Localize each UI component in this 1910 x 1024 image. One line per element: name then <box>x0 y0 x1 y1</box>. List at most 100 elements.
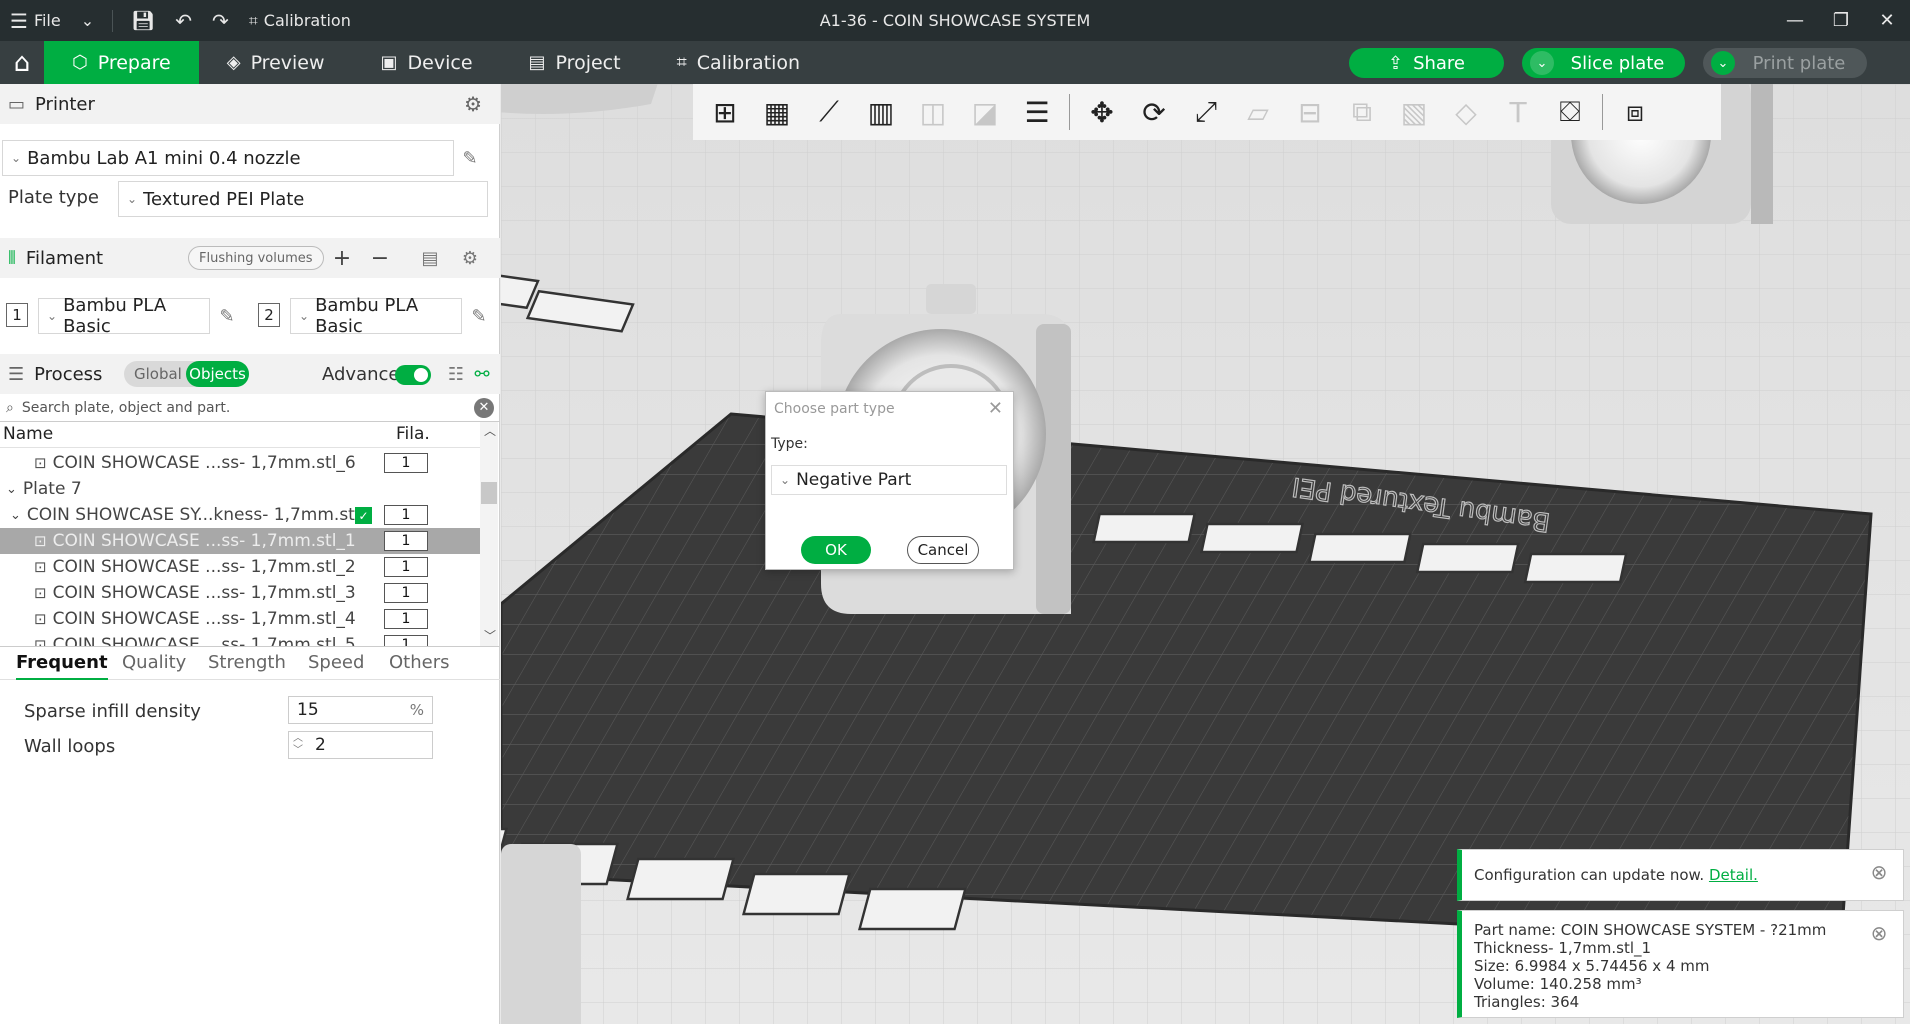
share-button[interactable]: ⇪ Share <box>1349 48 1504 78</box>
restore-icon[interactable]: ❐ <box>1818 0 1864 41</box>
chevron-down-icon[interactable]: ⌄ <box>10 508 21 523</box>
filament-select-2[interactable]: ⌄ Bambu PLA Basic <box>290 295 462 337</box>
close-icon[interactable]: ✕ <box>988 398 1003 419</box>
layers-button[interactable]: ☰ <box>1011 88 1063 136</box>
close-icon[interactable]: ⊗ <box>1867 860 1891 884</box>
tree-row[interactable]: ⊡ COIN SHOWCASE ...ss- 1,7mm.stl_2 1 <box>0 554 480 580</box>
tab-preview[interactable]: ◈ Preview <box>199 41 353 84</box>
printer-select[interactable]: ⌄ Bambu Lab A1 mini 0.4 nozzle <box>2 140 454 176</box>
tab-prepare[interactable]: ⬡ Prepare <box>44 41 199 84</box>
tab-quality[interactable]: Quality <box>122 647 186 680</box>
split-objects-button[interactable]: ◫ <box>907 88 959 136</box>
tab-frequent[interactable]: Frequent <box>16 647 108 680</box>
tab-others[interactable]: Others <box>389 647 450 680</box>
print-plate-button[interactable]: ⌄ Print plate <box>1703 48 1867 78</box>
save-button[interactable]: 💾︎ <box>121 0 165 41</box>
cut-button[interactable]: ⊟ <box>1284 88 1336 136</box>
check-icon[interactable]: ✓ <box>355 507 372 524</box>
global-option[interactable]: Global <box>134 361 182 387</box>
name-column-header[interactable]: Name <box>3 424 53 444</box>
part-type-select[interactable]: ⌄ Negative Part <box>771 465 1007 495</box>
fila-value[interactable]: 1 <box>384 635 428 646</box>
chevron-down-icon[interactable]: ⌄ <box>1530 51 1554 75</box>
remove-icon[interactable]: − <box>369 246 391 271</box>
sparse-infill-input[interactable]: 15 % <box>288 696 433 724</box>
fila-value[interactable]: 1 <box>384 531 428 551</box>
tree-row[interactable]: ⊡ COIN SHOWCASE ...ss- 1,7mm.stl_5 1 <box>0 632 480 646</box>
fila-value[interactable]: 1 <box>384 609 428 629</box>
tab-device[interactable]: ▣ Device <box>353 41 501 84</box>
redo-button[interactable]: ↷ <box>202 0 239 41</box>
file-dropdown-chevron[interactable]: ⌄ <box>71 0 104 41</box>
tree-row[interactable]: ⊡ COIN SHOWCASE ...ss- 1,7mm.stl_6 1 <box>0 450 480 476</box>
flushing-volumes-button[interactable]: Flushing volumes <box>188 246 324 270</box>
gear-icon[interactable]: ⚙ <box>459 247 481 269</box>
add-object-button[interactable]: ⊞ <box>699 88 751 136</box>
calibration-quick-button[interactable]: ⌗ Calibration <box>239 0 361 41</box>
close-icon[interactable]: ✕ <box>1864 0 1910 41</box>
tree-row[interactable]: ⊡ COIN SHOWCASE ...ss- 1,7mm.stl_3 1 <box>0 580 480 606</box>
lay-on-face-button[interactable]: ▱ <box>1232 88 1284 136</box>
scale-button[interactable]: ⤢ <box>1180 88 1232 136</box>
tab-project[interactable]: ▤ Project <box>501 41 649 84</box>
wall-loops-stepper[interactable]: ︿ ﹀ 2 <box>288 731 433 759</box>
chevron-down-icon[interactable]: ⌄ <box>6 482 17 497</box>
minimize-icon[interactable]: — <box>1772 0 1818 41</box>
sync-filament-icon[interactable]: ▤ <box>419 247 441 269</box>
tree-row[interactable]: ⊡ COIN SHOWCASE ...ss- 1,7mm.stl_4 1 <box>0 606 480 632</box>
fila-value[interactable]: 1 <box>384 583 428 603</box>
objects-option[interactable]: Objects <box>186 361 249 387</box>
support-paint-button[interactable]: ▧ <box>1388 88 1440 136</box>
global-objects-toggle[interactable]: Global Objects <box>124 361 249 387</box>
cancel-button[interactable]: Cancel <box>907 536 979 564</box>
fila-column-header[interactable]: Fila. <box>396 424 430 444</box>
undo-button[interactable]: ↶ <box>165 0 202 41</box>
home-icon: ⌂ <box>13 47 31 78</box>
arrange-button[interactable]: ▥ <box>855 88 907 136</box>
plate-type-select[interactable]: ⌄ Textured PEI Plate <box>118 181 488 217</box>
tab-strength[interactable]: Strength <box>208 647 286 680</box>
tab-calibration[interactable]: ⌗ Calibration <box>649 41 829 84</box>
tree-row-plate[interactable]: ⌄ Plate 7 <box>0 476 480 502</box>
list-icon[interactable]: ☷ <box>445 363 467 385</box>
chevron-down-icon[interactable]: ⌄ <box>1711 51 1735 75</box>
object-search[interactable]: ⌕ Search plate, object and part. ✕ <box>0 394 500 422</box>
slice-plate-button[interactable]: ⌄ Slice plate <box>1522 48 1685 78</box>
clear-icon[interactable]: ✕ <box>474 397 494 418</box>
tree-row-selected[interactable]: ⊡ COIN SHOWCASE ...ss- 1,7mm.stl_1 1 <box>0 528 480 554</box>
file-menu[interactable]: ☰ File <box>0 0 71 41</box>
seam-paint-button[interactable]: ◇ <box>1440 88 1492 136</box>
home-button[interactable]: ⌂ <box>0 41 44 84</box>
edit-icon[interactable]: ✎ <box>468 305 490 327</box>
chevron-down-icon[interactable]: ﹀ <box>484 627 496 644</box>
auto-orient-button[interactable]: ⟋ <box>803 88 855 136</box>
edit-icon[interactable]: ✎ <box>216 305 238 327</box>
advance-switch[interactable] <box>395 365 431 385</box>
edit-icon[interactable]: ✎ <box>459 147 481 169</box>
rotate-button[interactable]: ⟳ <box>1128 88 1180 136</box>
boolean-button[interactable]: ⧉ <box>1336 88 1388 136</box>
filament-select-1[interactable]: ⌄ Bambu PLA Basic <box>38 295 210 337</box>
ok-button[interactable]: OK <box>801 536 871 564</box>
gear-icon[interactable]: ⚙ <box>464 92 482 116</box>
add-icon[interactable]: + <box>331 246 353 271</box>
layers-icon: ☰ <box>1024 95 1050 129</box>
text-button[interactable]: T <box>1492 88 1544 136</box>
move-button[interactable]: ✥ <box>1076 88 1128 136</box>
split-parts-button[interactable]: ◪ <box>959 88 1011 136</box>
color-paint-button[interactable]: ⛋ <box>1544 88 1596 136</box>
fila-value[interactable]: 1 <box>384 453 428 473</box>
fila-value[interactable]: 1 <box>384 505 428 525</box>
tree-scrollbar[interactable]: ︿ ﹀ <box>480 422 498 646</box>
fila-value[interactable]: 1 <box>384 557 428 577</box>
chevron-up-icon[interactable]: ︿ <box>484 422 496 439</box>
close-icon[interactable]: ⊗ <box>1867 921 1891 945</box>
stepper-arrows-icon[interactable]: ︿ ﹀ <box>293 733 303 757</box>
add-plate-button[interactable]: ▦ <box>751 88 803 136</box>
detail-link[interactable]: Detail. <box>1709 866 1758 884</box>
tree-row-object[interactable]: ⌄ COIN SHOWCASE SY...kness- 1,7mm.stl ✓ 1 <box>0 502 480 528</box>
compare-icon[interactable]: ⚯ <box>471 363 493 385</box>
tab-speed[interactable]: Speed <box>308 647 364 680</box>
assembly-button[interactable]: ⧈ <box>1609 88 1661 136</box>
scrollbar-thumb[interactable] <box>481 482 497 504</box>
